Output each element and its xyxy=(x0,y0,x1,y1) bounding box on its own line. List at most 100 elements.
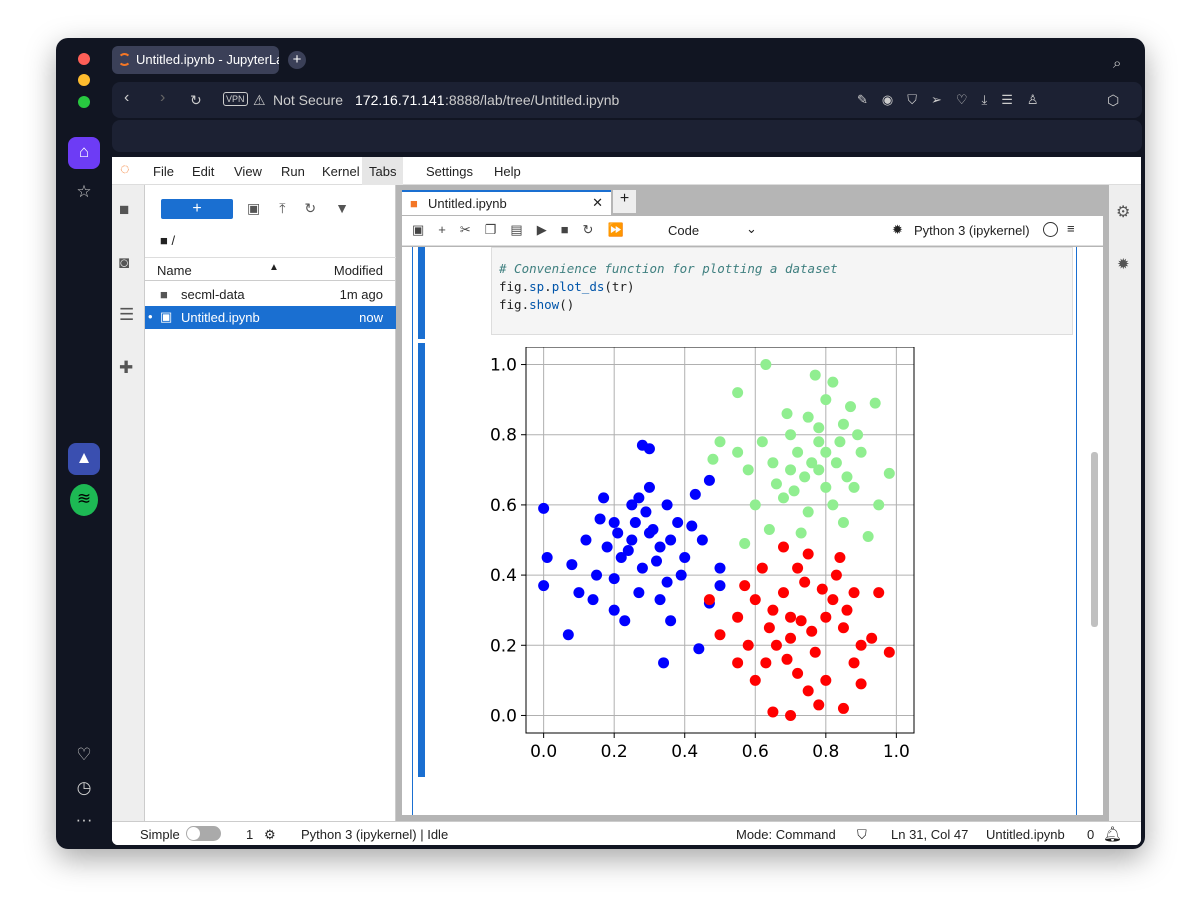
warning-icon: ⚠ xyxy=(253,92,266,108)
simple-mode-label: Simple xyxy=(140,827,180,842)
bell-icon[interactable]: 🔔︎ xyxy=(1103,825,1122,843)
cursor-position[interactable]: Ln 31, Col 47 xyxy=(891,827,968,842)
data-point xyxy=(714,562,726,574)
reload-icon[interactable]: ↻ xyxy=(190,92,202,109)
notification-count[interactable]: 0 xyxy=(1087,827,1094,842)
toc-icon[interactable]: ☰ xyxy=(119,305,134,325)
extensions-icon[interactable]: ✚ xyxy=(119,358,133,378)
data-point xyxy=(820,481,832,493)
file-name: Untitled.ipynb xyxy=(181,310,260,325)
data-point xyxy=(760,359,772,371)
notebook-tab[interactable]: ■ Untitled.ipynb ✕ xyxy=(402,190,611,215)
y-tick-label: 0.0 xyxy=(490,706,517,726)
new-launcher-button[interactable]: + xyxy=(161,199,233,219)
data-point xyxy=(866,632,878,644)
history-icon[interactable]: ◷ xyxy=(68,778,100,798)
menu-edit[interactable]: Edit xyxy=(192,164,214,179)
toolbar-buttons[interactable]: ▣+✂❐▤▶■↻⏩ xyxy=(412,222,638,238)
running-dot-icon: • xyxy=(148,309,153,324)
column-name[interactable]: Name xyxy=(157,263,192,278)
cell-type-select[interactable]: Code xyxy=(668,223,699,238)
minimize-window-button[interactable] xyxy=(78,74,90,86)
data-point xyxy=(806,625,818,637)
file-list-header: Name ▲ Modified xyxy=(145,257,396,281)
data-point xyxy=(781,653,793,665)
trust-icon[interactable]: ⛉ xyxy=(857,827,867,843)
star-icon[interactable]: ☆ xyxy=(68,182,100,202)
y-tick-label: 0.2 xyxy=(490,636,517,656)
browser-tab[interactable]: Untitled.ipynb - JupyterLab xyxy=(112,46,279,74)
data-point xyxy=(760,657,772,669)
search-icon[interactable]: ⌕ xyxy=(1113,55,1121,72)
menu-settings[interactable]: Settings xyxy=(426,164,473,179)
forward-icon[interactable]: › xyxy=(160,89,165,107)
breadcrumb[interactable]: ■ / xyxy=(160,233,175,248)
scrollbar[interactable] xyxy=(1091,452,1098,627)
extensions-icon[interactable]: ⬡ xyxy=(1107,92,1119,109)
kernel-status[interactable]: Python 3 (ipykernel) | Idle xyxy=(301,827,448,842)
data-point xyxy=(830,569,842,581)
address-bar[interactable]: ‹ › ↻ VPN ⚠ Not Secure 172.16.71.141 :88… xyxy=(112,82,1142,118)
bookmarks-bar xyxy=(112,120,1142,152)
data-point xyxy=(785,632,797,644)
data-point xyxy=(689,488,701,500)
close-tab-icon[interactable]: ✕ xyxy=(592,195,603,211)
data-point xyxy=(742,639,754,651)
file-row-selected[interactable]: • ▣ Untitled.ipynb now xyxy=(145,306,396,329)
menu-kernel[interactable]: Kernel xyxy=(322,164,360,179)
data-point xyxy=(820,674,832,686)
menu-icon[interactable]: ≡ xyxy=(1067,221,1075,236)
menu-view[interactable]: View xyxy=(234,164,262,179)
menu-tabs[interactable]: Tabs xyxy=(362,157,404,185)
back-icon[interactable]: ‹ xyxy=(124,89,129,107)
menu-help[interactable]: Help xyxy=(494,164,521,179)
right-sidebar: ⚙ ✹ xyxy=(1109,185,1141,821)
folder-icon[interactable]: ■ xyxy=(119,200,129,220)
heart-icon[interactable]: ♡ xyxy=(68,745,100,765)
code-editor[interactable]: # Convenience function for plotting a da… xyxy=(491,247,1073,335)
data-point xyxy=(883,646,895,658)
data-point xyxy=(820,446,832,458)
data-point xyxy=(777,587,789,599)
data-point xyxy=(566,559,578,571)
collapser[interactable] xyxy=(418,343,425,777)
home-icon[interactable]: ⌂ xyxy=(68,137,100,169)
data-point xyxy=(845,401,857,413)
menu-file[interactable]: File xyxy=(153,164,174,179)
vpn-badge[interactable]: VPN xyxy=(223,92,248,106)
property-inspector-icon[interactable]: ⚙ xyxy=(1116,202,1130,222)
data-point xyxy=(665,534,677,546)
file-toolbar[interactable]: ▣⤒↻▼ xyxy=(247,200,368,217)
bug-icon[interactable]: ✹ xyxy=(892,222,903,238)
running-icon[interactable]: ◙ xyxy=(119,253,129,273)
close-window-button[interactable] xyxy=(78,53,90,65)
new-tab-button[interactable]: + xyxy=(613,190,636,213)
data-point xyxy=(707,453,719,465)
kernel-name[interactable]: Python 3 (ipykernel) xyxy=(914,223,1030,238)
terminal-count[interactable]: 1 xyxy=(246,827,253,842)
new-tab-button[interactable]: + xyxy=(288,51,306,69)
data-point xyxy=(643,481,655,493)
debugger-icon[interactable]: ✹ xyxy=(1117,255,1130,273)
data-point xyxy=(538,502,550,514)
column-modified[interactable]: Modified xyxy=(334,263,383,278)
main-area: ■ Untitled.ipynb ✕ + ▣+✂❐▤▶■↻⏩ Code ⌄ ✹ … xyxy=(396,185,1109,821)
more-icon[interactable]: ··· xyxy=(68,810,100,830)
chevron-down-icon[interactable]: ⌄ xyxy=(746,221,757,237)
maximize-window-button[interactable] xyxy=(78,96,90,108)
spotify-icon[interactable]: ≋ xyxy=(70,484,98,516)
data-point xyxy=(654,541,666,553)
data-point xyxy=(587,594,599,606)
app-icon[interactable]: ▲ xyxy=(68,443,100,475)
data-point xyxy=(855,639,867,651)
notebook-icon: ▣ xyxy=(160,309,173,324)
folder-icon: ■ xyxy=(160,287,168,302)
x-tick-label: 0.0 xyxy=(530,742,557,762)
collapser[interactable] xyxy=(418,247,425,339)
toolbar-icons[interactable]: ✎◉⛉➢♡⤓☰♙ xyxy=(857,92,1053,108)
notebook-toolbar: ▣+✂❐▤▶■↻⏩ Code ⌄ ✹ Python 3 (ipykernel) … xyxy=(402,216,1103,246)
menu-run[interactable]: Run xyxy=(281,164,305,179)
url-path: :8888/lab/tree/Untitled.ipynb xyxy=(445,92,620,108)
file-row[interactable]: ■ secml-data 1m ago xyxy=(145,283,396,306)
simple-mode-toggle[interactable] xyxy=(186,826,221,841)
